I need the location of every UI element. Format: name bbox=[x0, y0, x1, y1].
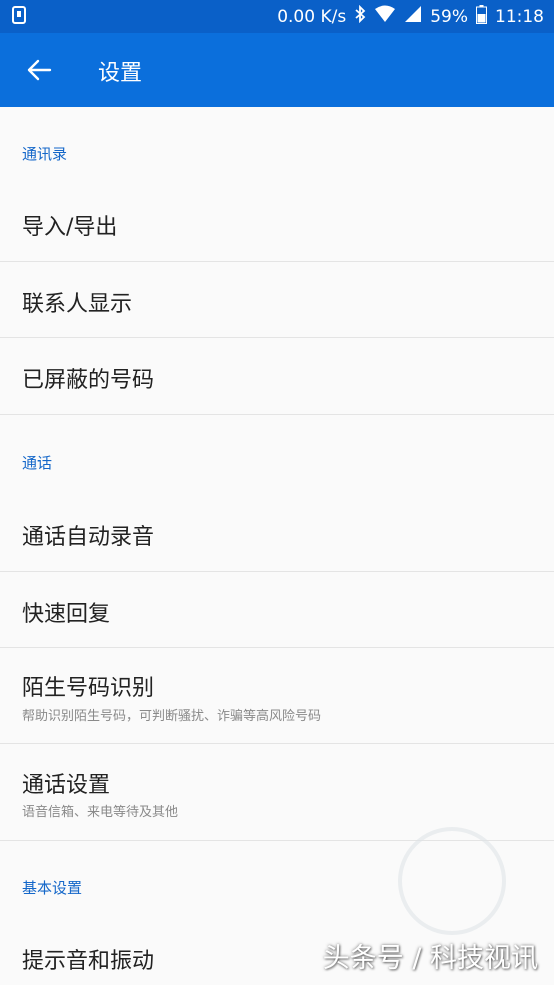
setting-title: 通话自动录音 bbox=[22, 525, 155, 550]
app-bar: 设置 bbox=[0, 33, 554, 107]
setting-title: 提示音和振动 bbox=[22, 949, 155, 974]
status-bar: 0.00 K/s 59% 11:18 bbox=[0, 0, 554, 33]
setting-title: 已屏蔽的号码 bbox=[22, 368, 155, 393]
setting-title: 通话设置 bbox=[22, 773, 111, 798]
page-title: 设置 bbox=[98, 61, 143, 86]
setting-subtitle: 帮助识别陌生号码，可判断骚扰、诈骗等高风险号码 bbox=[22, 709, 322, 724]
notification-icon bbox=[12, 6, 26, 28]
setting-auto-record[interactable]: 通话自动录音 bbox=[0, 495, 554, 571]
section-header-calls: 通话 bbox=[22, 454, 53, 472]
arrow-left-icon bbox=[27, 59, 52, 81]
network-speed: 0.00 K/s bbox=[277, 6, 347, 27]
clock: 11:18 bbox=[495, 6, 544, 27]
setting-import-export[interactable]: 导入/导出 bbox=[0, 185, 554, 261]
watermark-logo bbox=[398, 827, 506, 935]
setting-quick-reply[interactable]: 快速回复 bbox=[0, 572, 554, 647]
setting-title: 联系人显示 bbox=[22, 292, 133, 317]
bluetooth-icon bbox=[354, 4, 366, 28]
back-button[interactable] bbox=[22, 53, 56, 87]
divider bbox=[0, 414, 554, 415]
wifi-icon bbox=[374, 5, 396, 28]
setting-subtitle: 语音信箱、来电等待及其他 bbox=[22, 805, 179, 820]
setting-unknown-number-id[interactable]: 陌生号码识别 帮助识别陌生号码，可判断骚扰、诈骗等高风险号码 bbox=[0, 648, 554, 743]
signal-icon bbox=[404, 5, 422, 28]
setting-call-settings[interactable]: 通话设置 语音信箱、来电等待及其他 bbox=[0, 744, 554, 840]
setting-blocked-numbers[interactable]: 已屏蔽的号码 bbox=[0, 338, 554, 414]
section-header-basic: 基本设置 bbox=[22, 879, 83, 897]
setting-contact-display[interactable]: 联系人显示 bbox=[0, 262, 554, 337]
setting-title: 导入/导出 bbox=[22, 215, 118, 240]
setting-title: 快速回复 bbox=[22, 602, 111, 627]
section-header-contacts: 通讯录 bbox=[22, 145, 68, 163]
setting-title: 陌生号码识别 bbox=[22, 676, 155, 701]
battery-percent: 59% bbox=[430, 6, 468, 27]
watermark-text: 头条号 / 科技视讯 bbox=[322, 943, 538, 974]
battery-icon bbox=[476, 4, 487, 29]
